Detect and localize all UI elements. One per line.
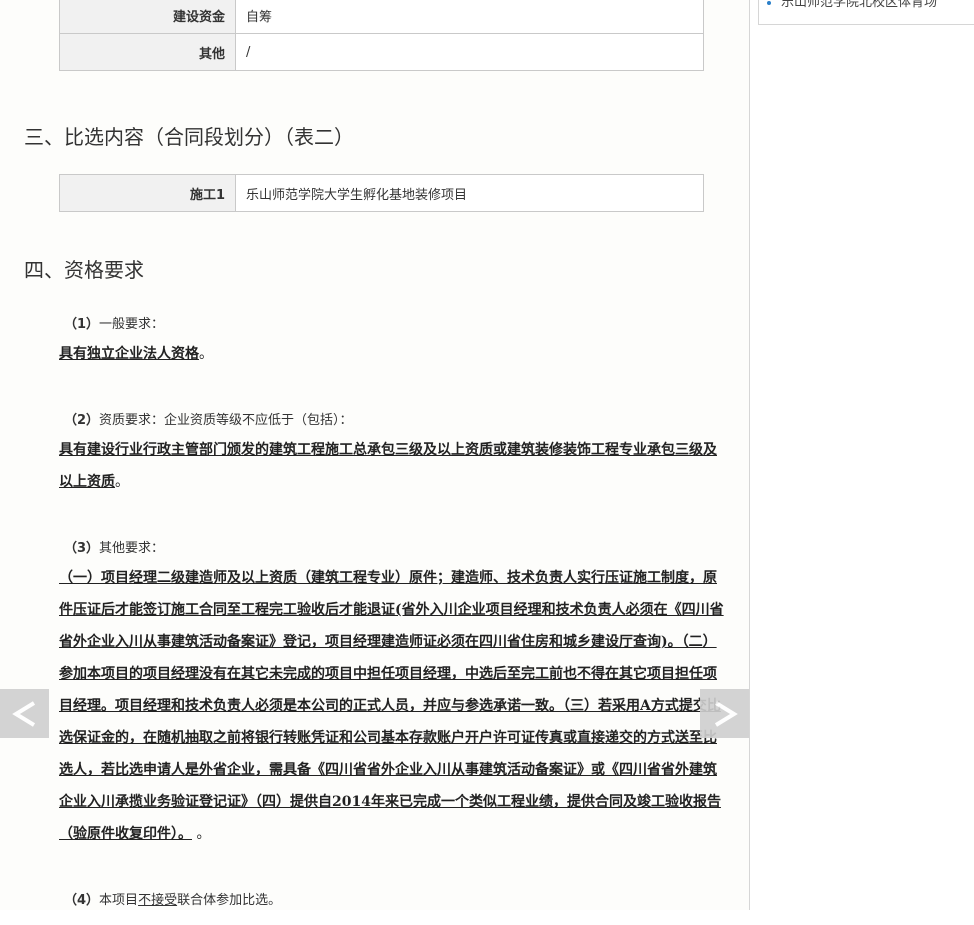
sidebar-item-link[interactable]: 乐山师范学院北校区体育场 — [767, 0, 937, 10]
requirement-1-label: （1）一般要求： — [64, 313, 164, 332]
requirement-3-label: （3）其他要求： — [64, 537, 164, 556]
requirement-label-text: 其他要求： — [99, 541, 165, 556]
requirement-number: （4） — [64, 893, 100, 908]
table-row: 施工1 乐山师范学院大学生孵化基地装修项目 — [59, 174, 704, 212]
requirement-label-text: 资质要求：企业资质等级不应低于（包括）： — [99, 413, 353, 428]
requirement-4-label: （4）本项目不接受联合体参加比选。 — [64, 889, 281, 908]
requirement-suffix: 联合体参加比选。 — [177, 893, 282, 908]
section-heading-3: 三、比选内容（合同段划分）（表二） — [24, 125, 354, 149]
bullet-icon — [767, 0, 771, 5]
chevron-left-icon — [11, 700, 35, 727]
requirement-tail: 。 — [192, 826, 211, 842]
requirement-2-label: （2）资质要求：企业资质等级不应低于（包括）： — [64, 409, 353, 428]
table-value: / — [235, 33, 704, 71]
requirement-number: （2） — [64, 413, 100, 428]
chevron-right-icon — [714, 700, 738, 727]
contract-section-table: 施工1 乐山师范学院大学生孵化基地装修项目 — [59, 174, 704, 212]
requirement-number: （1） — [64, 317, 100, 332]
section-heading-4: 四、资格要求 — [24, 258, 144, 282]
requirement-content: （一）项目经理二级建造师及以上资质（建筑工程专业）原件；建造师、技术负责人实行压… — [59, 570, 724, 842]
project-info-table: 建设资金 自筹 其他 / — [59, 0, 704, 71]
requirement-1-text: 具有独立企业法人资格。 — [59, 338, 729, 370]
requirement-emphasis: 不接受 — [138, 893, 178, 908]
table-key: 施工1 — [59, 174, 236, 212]
column-divider — [749, 0, 750, 910]
sidebar-list: 乐山师范学院北校区体育场 — [758, 0, 974, 25]
table-row: 建设资金 自筹 — [59, 0, 704, 34]
requirement-tail: 。 — [115, 474, 129, 490]
sidebar-item-label: 乐山师范学院北校区体育场 — [781, 0, 938, 10]
table-value: 自筹 — [235, 0, 704, 34]
table-row: 其他 / — [59, 33, 704, 71]
main-content: 建设资金 自筹 其他 / 三、比选内容（合同段划分）（表二） 施工1 乐山师范学… — [0, 0, 749, 910]
next-page-button[interactable] — [700, 689, 749, 738]
requirement-content: 具有独立企业法人资格 — [59, 346, 199, 362]
requirement-2-text: 具有建设行业行政主管部门颁发的建筑工程施工总承包三级及以上资质或建筑装修装饰工程… — [59, 434, 729, 498]
requirement-prefix: 本项目 — [99, 893, 139, 908]
table-key: 建设资金 — [59, 0, 236, 34]
table-value: 乐山师范学院大学生孵化基地装修项目 — [235, 174, 704, 212]
requirement-number: （3） — [64, 541, 100, 556]
table-key: 其他 — [59, 33, 236, 71]
requirement-tail: 。 — [199, 346, 213, 362]
prev-page-button[interactable] — [0, 689, 49, 738]
requirement-label-text: 一般要求： — [99, 317, 165, 332]
requirement-content: 具有建设行业行政主管部门颁发的建筑工程施工总承包三级及以上资质或建筑装修装饰工程… — [59, 442, 717, 490]
requirement-3-text: （一）项目经理二级建造师及以上资质（建筑工程专业）原件；建造师、技术负责人实行压… — [59, 562, 729, 850]
